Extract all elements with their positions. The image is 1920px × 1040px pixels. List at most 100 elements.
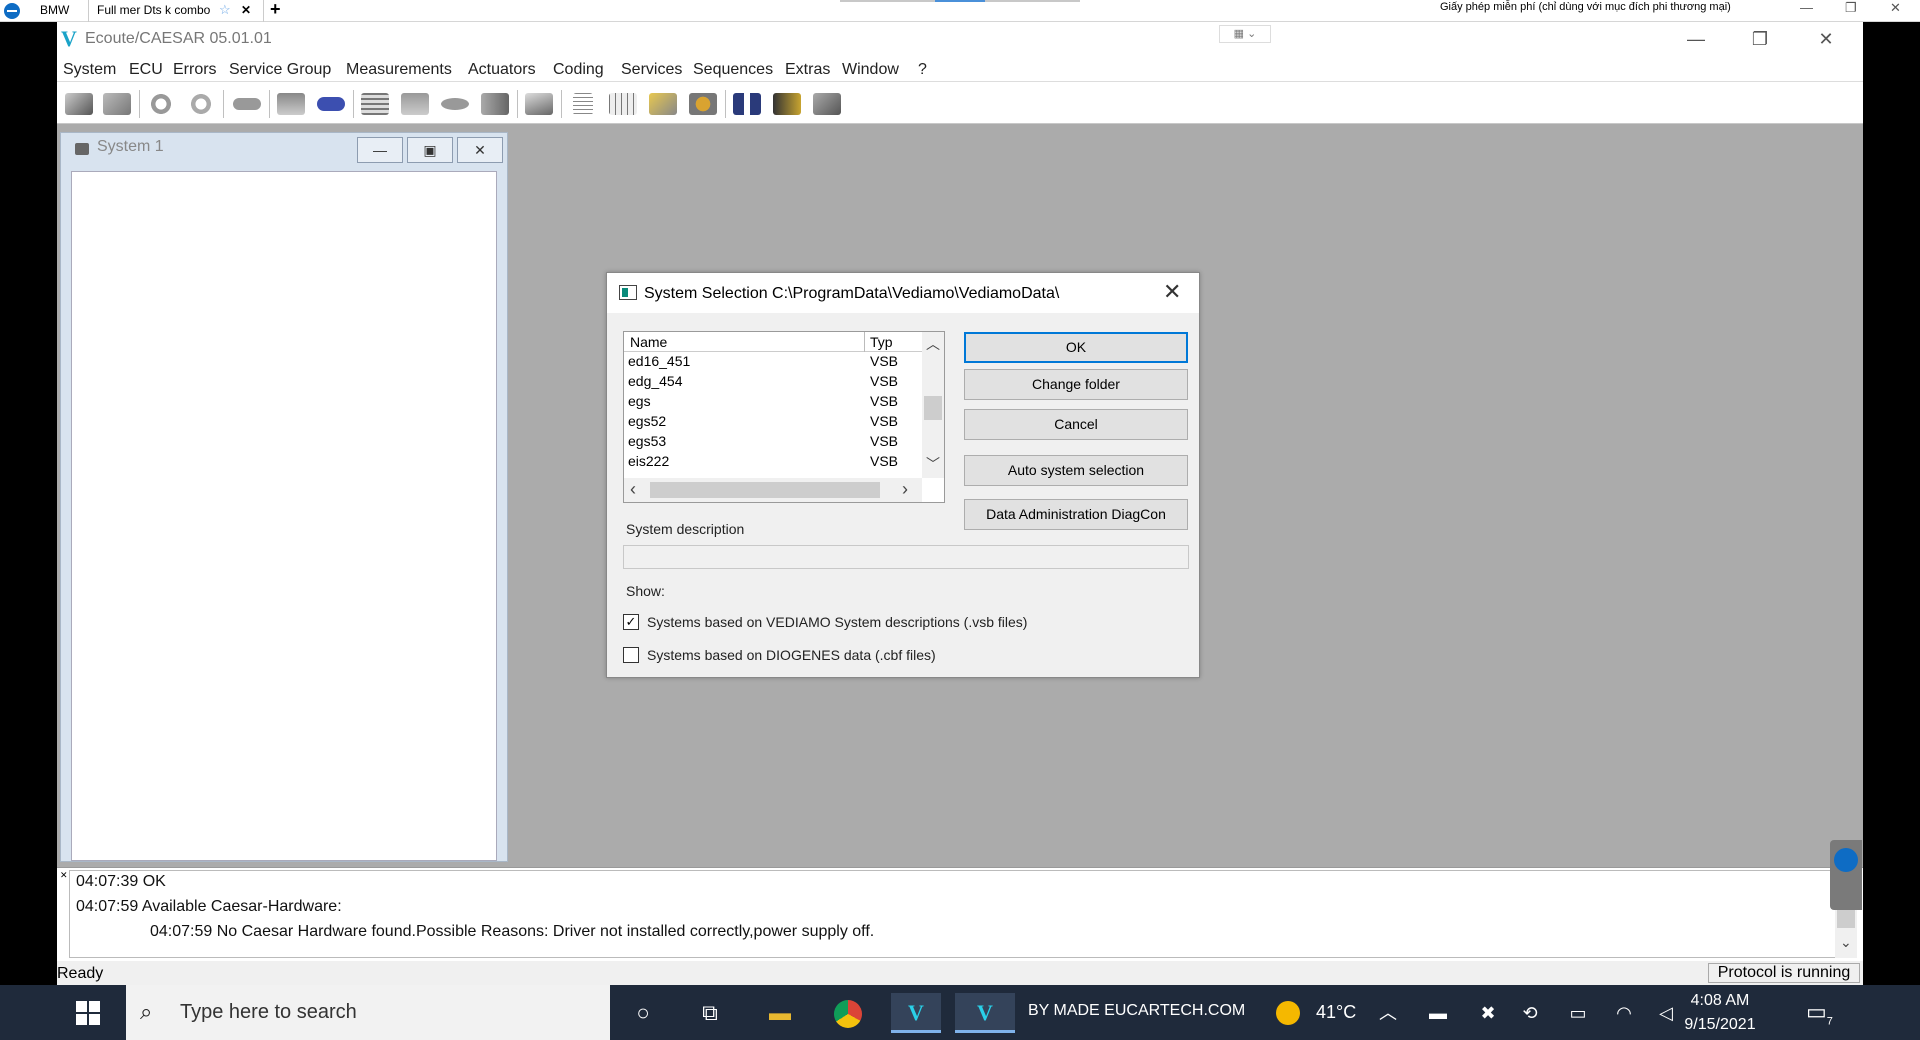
wifi-icon[interactable]: ◠ xyxy=(1606,993,1642,1033)
list-horizontal-scrollbar[interactable]: ‹ › xyxy=(624,478,922,502)
weather-sun-icon[interactable] xyxy=(1276,1001,1300,1025)
flash-icon[interactable] xyxy=(521,88,557,120)
menu-actuators[interactable]: Actuators xyxy=(468,61,536,79)
star-icon[interactable]: ☆ xyxy=(219,0,231,20)
child-close-button[interactable]: ✕ xyxy=(457,137,503,163)
menu-measurements[interactable]: Measurements xyxy=(346,61,452,79)
tray-app-icon[interactable]: ▬ xyxy=(1420,993,1456,1033)
cancel-button[interactable]: Cancel xyxy=(964,409,1188,440)
cbf-checkbox-label[interactable]: Systems based on DIOGENES data (.cbf fil… xyxy=(647,647,936,663)
eye-icon[interactable] xyxy=(437,88,473,120)
child-minimize-button[interactable]: — xyxy=(357,137,403,163)
chevron-left-icon[interactable]: ‹ xyxy=(630,479,636,500)
auto-system-selection-button[interactable]: Auto system selection xyxy=(964,455,1188,486)
file-explorer-icon[interactable]: ▬ xyxy=(755,993,805,1033)
menu-window[interactable]: Window xyxy=(842,61,899,79)
menu-ecu[interactable]: ECU xyxy=(129,61,163,79)
child-maximize-button[interactable]: ▣ xyxy=(407,137,453,163)
change-folder-button[interactable]: Change folder xyxy=(964,369,1188,400)
system-clock[interactable]: 4:08 AM 9/15/2021 xyxy=(1680,989,1760,1037)
menu-help[interactable]: ? xyxy=(918,61,927,79)
list-item[interactable]: egs53 VSB xyxy=(624,432,922,452)
add-tab-icon[interactable]: + xyxy=(270,0,281,20)
vsb-checkbox-label[interactable]: Systems based on VEDIAMO System descript… xyxy=(647,614,1027,630)
ecu-list-icon[interactable] xyxy=(273,88,309,120)
list-item[interactable]: ed16_451 VSB xyxy=(624,352,922,372)
layout-grid-icon[interactable]: ▦ ⌄ xyxy=(1219,25,1271,43)
menu-sequences[interactable]: Sequences xyxy=(693,61,773,79)
binoculars-icon[interactable] xyxy=(729,88,765,120)
windows-start-icon[interactable] xyxy=(76,1001,100,1025)
column-header-type[interactable]: Typ xyxy=(870,334,893,350)
chevron-down-icon[interactable]: ⌄ xyxy=(1840,934,1852,951)
plug-icon[interactable] xyxy=(769,88,805,120)
folder-open-icon[interactable] xyxy=(397,88,433,120)
restore-icon[interactable]: ❐ xyxy=(1845,0,1857,16)
close-icon[interactable]: ✕ xyxy=(60,870,68,881)
cortana-icon[interactable]: ○ xyxy=(618,993,668,1033)
list-item[interactable]: egs VSB xyxy=(624,392,922,412)
close-icon[interactable]: ✕ xyxy=(1890,0,1901,16)
menu-extras[interactable]: Extras xyxy=(785,61,830,79)
minimize-icon[interactable]: — xyxy=(1800,0,1813,15)
menu-errors[interactable]: Errors xyxy=(173,61,217,79)
check-icon[interactable] xyxy=(143,88,179,120)
settings-tools-icon[interactable] xyxy=(685,88,721,120)
network-icon[interactable] xyxy=(477,88,513,120)
connect-icon[interactable] xyxy=(61,88,97,120)
menu-service-group[interactable]: Service Group xyxy=(229,61,331,79)
ok-button[interactable]: OK xyxy=(964,332,1188,363)
grid-table-icon[interactable] xyxy=(605,88,641,120)
data-administration-button[interactable]: Data Administration DiagCon xyxy=(964,499,1188,530)
vehicle-gray-icon[interactable] xyxy=(229,88,265,120)
menu-coding[interactable]: Coding xyxy=(553,61,604,79)
temperature[interactable]: 41°C xyxy=(1316,1002,1356,1023)
network-blocked-icon[interactable]: ✖ xyxy=(1470,993,1506,1033)
session-tab-active[interactable]: Full mer Dts k combo ☆ ✕ xyxy=(88,0,264,22)
list-item[interactable]: edg_454 VSB xyxy=(624,372,922,392)
chevron-right-icon[interactable]: › xyxy=(902,479,908,500)
volume-icon[interactable]: ◁ xyxy=(1648,993,1684,1033)
vediamo-app-icon[interactable]: V xyxy=(891,993,941,1033)
battery-icon[interactable]: ▭ xyxy=(1560,993,1596,1033)
close-icon[interactable]: ✕ xyxy=(241,0,251,20)
scroll-thumb[interactable] xyxy=(924,396,942,420)
chevron-up-icon[interactable]: ︿ xyxy=(1370,993,1406,1033)
teamviewer-icon[interactable] xyxy=(4,3,20,19)
session-tab-bmw[interactable]: BMW xyxy=(32,0,87,22)
chevron-down-icon[interactable]: ﹀ xyxy=(926,454,940,474)
export-icon[interactable] xyxy=(645,88,681,120)
document-icon[interactable] xyxy=(565,88,601,120)
vsb-checkbox[interactable]: ✓ xyxy=(623,614,639,630)
disconnect-icon[interactable] xyxy=(99,88,135,120)
vehicle-blue-icon[interactable] xyxy=(313,88,349,120)
system-tree-pane[interactable] xyxy=(71,171,497,861)
list-item[interactable]: egs52 VSB xyxy=(624,412,922,432)
tray-sync-icon[interactable]: ⟲ xyxy=(1512,993,1548,1033)
edit-icon[interactable] xyxy=(183,88,219,120)
restore-button[interactable]: ❐ xyxy=(1737,24,1783,54)
minimize-button[interactable]: — xyxy=(1673,24,1719,54)
taskbar-search-box[interactable]: ⌕ Type here to search xyxy=(126,985,610,1040)
log-list[interactable]: 04:07:39 OK 04:07:59 Available Caesar-Ha… xyxy=(69,870,1839,958)
column-divider[interactable] xyxy=(864,332,865,352)
teamviewer-side-handle[interactable] xyxy=(1830,840,1862,910)
close-icon[interactable]: ✕ xyxy=(1163,279,1181,305)
chevron-up-icon[interactable]: ︿ xyxy=(926,334,940,354)
list-vertical-scrollbar[interactable]: ︿ ﹀ xyxy=(922,332,944,478)
system-list[interactable]: Name Typ ed16_451 VSB edg_454 VSB egs VSB e… xyxy=(623,331,945,503)
notification-icon[interactable]: ▭7 xyxy=(1806,999,1833,1027)
list-item[interactable]: eis222 VSB xyxy=(624,452,922,472)
scroll-thumb[interactable] xyxy=(650,482,880,498)
caesar-app-icon[interactable]: V xyxy=(955,993,1015,1033)
session-toolbar-handle[interactable] xyxy=(840,0,1080,2)
menu-services[interactable]: Services xyxy=(621,61,682,79)
table-icon[interactable] xyxy=(357,88,393,120)
pin-icon[interactable] xyxy=(809,88,845,120)
chrome-icon[interactable] xyxy=(823,993,873,1033)
column-header-name[interactable]: Name xyxy=(630,334,667,350)
task-view-icon[interactable]: ⧉ xyxy=(685,993,735,1033)
menu-system[interactable]: System xyxy=(63,61,116,79)
cbf-checkbox[interactable] xyxy=(623,647,639,663)
close-button[interactable]: ✕ xyxy=(1803,24,1849,54)
